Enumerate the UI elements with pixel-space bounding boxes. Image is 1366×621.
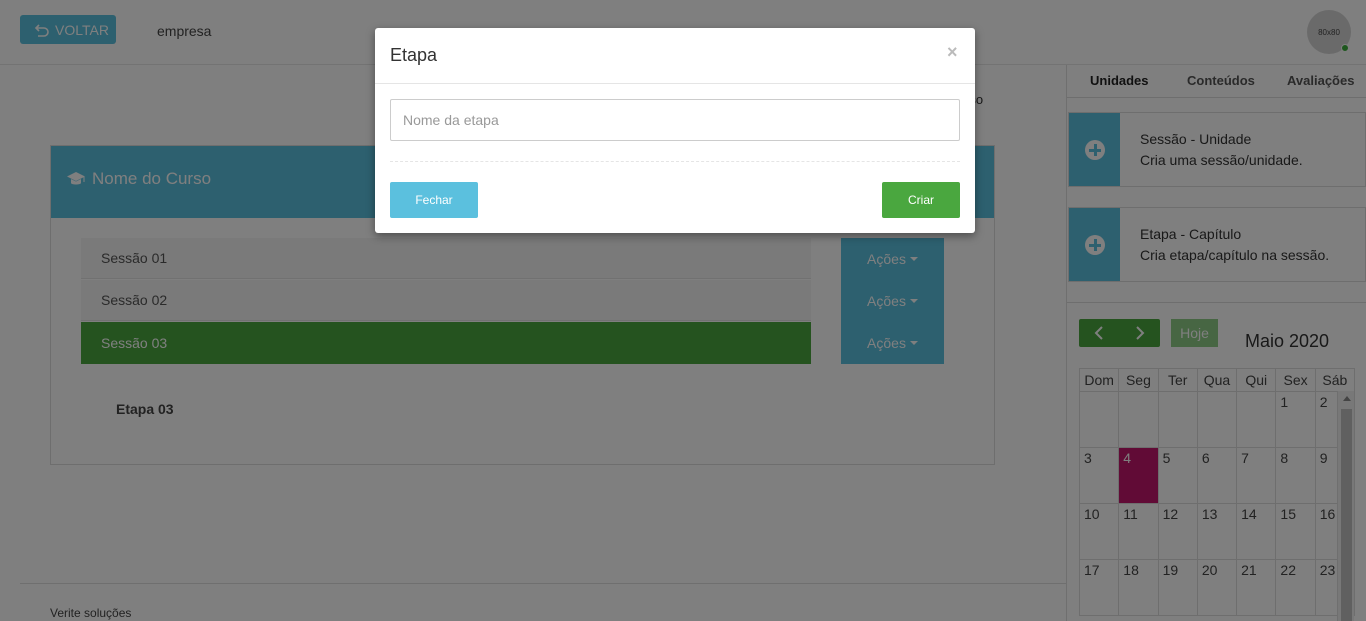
close-button[interactable]: Fechar [390,182,478,218]
stage-name-input[interactable] [390,99,960,141]
modal-divider [390,161,960,162]
stage-modal: Etapa × Fechar Criar [375,28,975,233]
modal-header: Etapa × [375,28,975,84]
close-icon[interactable]: × [947,42,958,63]
create-button[interactable]: Criar [882,182,960,218]
modal-title: Etapa [390,45,438,65]
